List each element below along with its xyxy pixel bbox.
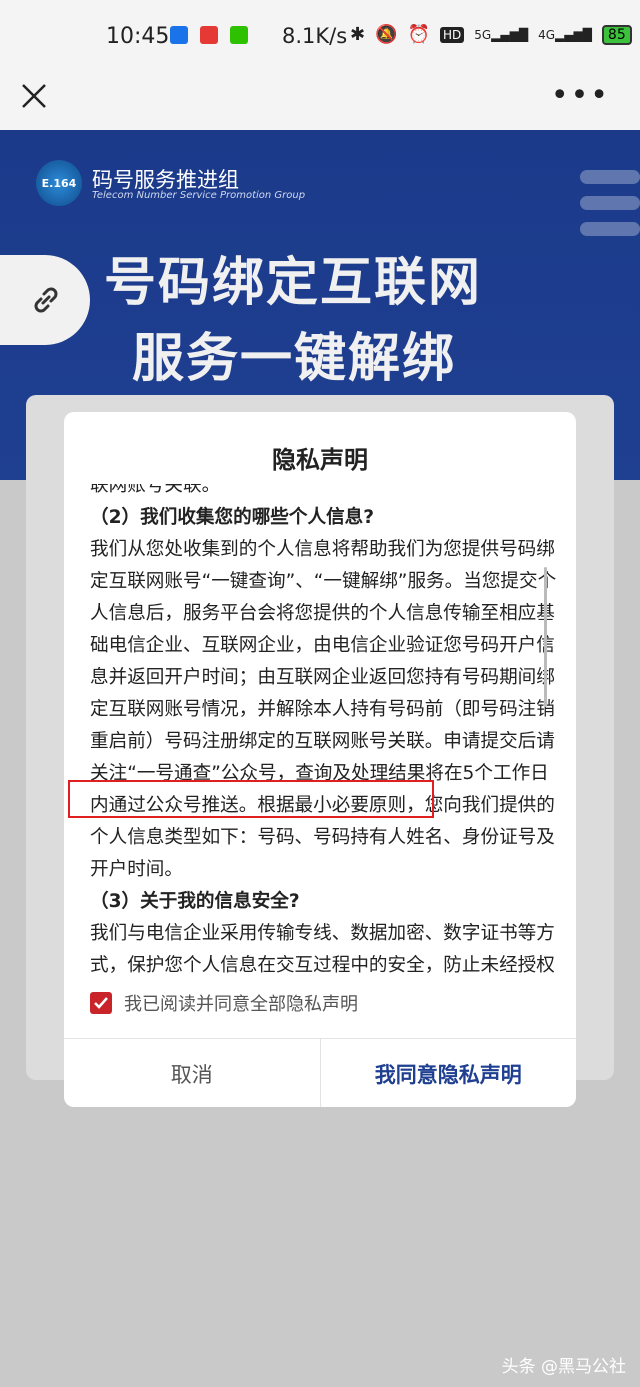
network-speed: 8.1K/s [282,24,348,48]
notification-icons [170,26,248,44]
signal-4g-icon: 4G▂▄▆█ [538,27,592,42]
privacy-content-scroll[interactable]: 联网账号关联。 （2）我们收集您的哪些个人信息? 我们从您处收集到的个人信息将帮… [90,484,560,974]
hd-icon: HD [439,26,465,43]
signal-5g-icon: 5G▂▄▆█ [474,27,529,42]
org-name-english: Telecom Number Service Promotion Group [92,190,306,201]
section-heading-3: （3）关于我的信息安全? [90,891,300,912]
system-icons: ✱ 🔕 ⏰ HD 5G▂▄▆█ 4G▂▄▆█ 85 ⚡ [350,24,640,45]
status-time: 10:45 [106,24,170,49]
banner-headline-2: 服务一键解绑 [132,329,457,389]
decorative-stripes [580,170,640,290]
org-logo: E.164 [36,160,82,206]
dialog-buttons: 取消 我同意隐私声明 [64,1038,576,1107]
agree-checkbox-row[interactable]: 我已阅读并同意全部隐私声明 [90,990,358,1016]
privacy-dialog: 隐私声明 联网账号关联。 （2）我们收集您的哪些个人信息? 我们从您处收集到的个… [64,412,576,1107]
section-paragraph-2: 我们从您处收集到的个人信息将帮助我们为您提供号码绑定互联网账号“一键查询”、“一… [90,539,557,880]
wechat-notification-icon [230,26,248,44]
annotation-highlight-box [68,780,434,818]
browser-top-bar: ••• [0,70,640,130]
agree-button[interactable]: 我同意隐私声明 [321,1039,577,1107]
mute-icon: 🔕 [375,24,398,45]
close-icon[interactable] [18,80,50,112]
section-paragraph-3: 我们与电信企业采用传输专线、数据加密、数字证书等方式，保护您个人信息在交互过程中… [90,923,555,974]
watermark: 头条 @黑马公社 [501,1357,626,1377]
bluetooth-icon: ✱ [350,24,366,45]
checkmark-icon [94,997,108,1009]
battery-icon: 85 [601,24,632,45]
banner-headline-1: 号码绑定互联网 [104,253,483,313]
toutiao-notification-icon [200,26,218,44]
status-bar: 10:45 8.1K/s ✱ 🔕 ⏰ HD 5G▂▄▆█ 4G▂▄▆█ 85 ⚡ [0,0,640,70]
agree-label: 我已阅读并同意全部隐私声明 [124,994,358,1015]
dialog-title: 隐私声明 [272,446,368,474]
checkbox-checked-icon[interactable] [90,992,112,1014]
cancel-button[interactable]: 取消 [64,1039,321,1107]
more-options-icon[interactable]: ••• [551,78,610,113]
share-link-button[interactable] [0,255,90,345]
scrollbar[interactable] [544,567,547,707]
cut-off-line: 联网账号关联。 [90,484,221,496]
link-icon [34,287,58,313]
section-heading-2: （2）我们收集您的哪些个人信息? [90,507,375,528]
alarm-icon: ⏰ [407,24,430,45]
app-notification-icon [170,26,188,44]
